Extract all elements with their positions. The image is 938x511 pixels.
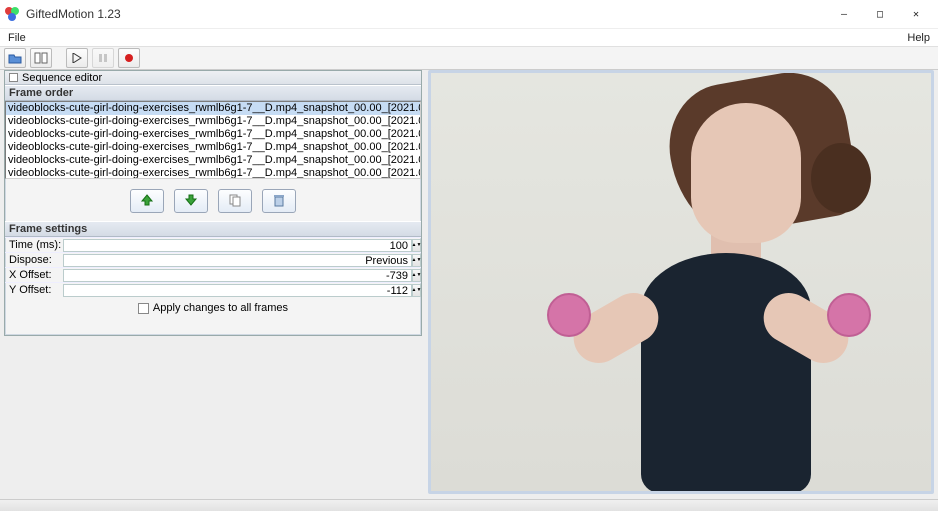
frame-row[interactable]: videoblocks-cute-girl-doing-exercises_rw…	[6, 167, 420, 179]
yoffset-field[interactable]: -112	[63, 284, 412, 297]
figure-torso	[641, 253, 811, 493]
copy-icon	[228, 193, 242, 210]
configure-button[interactable]	[30, 48, 52, 68]
play-button[interactable]	[66, 48, 88, 68]
apply-checkbox[interactable]	[138, 303, 149, 314]
arrow-up-icon	[140, 193, 154, 210]
menu-help[interactable]: Help	[903, 31, 934, 45]
close-button[interactable]: ✕	[898, 0, 934, 28]
xoffset-label: X Offset:	[5, 269, 63, 281]
frame-row[interactable]: videoblocks-cute-girl-doing-exercises_rw…	[6, 102, 420, 115]
dispose-label: Dispose:	[5, 254, 63, 266]
time-field[interactable]: 100	[63, 239, 412, 252]
pause-icon	[98, 53, 108, 63]
frame-row[interactable]: videoblocks-cute-girl-doing-exercises_rw…	[6, 154, 420, 167]
dumbbell-left	[547, 293, 591, 337]
move-down-button[interactable]	[174, 189, 208, 213]
toolbar	[0, 46, 938, 70]
delete-frame-button[interactable]	[262, 189, 296, 213]
xoffset-field[interactable]: -739	[63, 269, 412, 282]
trash-icon	[272, 193, 286, 210]
statusbar	[0, 499, 938, 511]
configure-icon	[34, 52, 48, 64]
sequence-editor-panel: Sequence editor Frame order videoblocks-…	[4, 70, 422, 336]
open-button[interactable]	[4, 48, 26, 68]
open-icon	[8, 52, 22, 64]
sequence-editor-titlebar[interactable]: Sequence editor	[5, 71, 421, 85]
window-title: GiftedMotion 1.23	[26, 7, 121, 21]
frame-row[interactable]: videoblocks-cute-girl-doing-exercises_rw…	[6, 128, 420, 141]
figure-hair-bun	[811, 143, 871, 213]
record-button[interactable]	[118, 48, 140, 68]
yoffset-label: Y Offset:	[5, 284, 63, 296]
frame-row[interactable]: videoblocks-cute-girl-doing-exercises_rw…	[6, 141, 420, 154]
apply-label: Apply changes to all frames	[153, 302, 288, 314]
record-icon	[124, 53, 134, 63]
move-up-button[interactable]	[130, 189, 164, 213]
maximize-button[interactable]: □	[862, 0, 898, 28]
figure-head	[691, 103, 801, 243]
menu-file[interactable]: File	[4, 31, 30, 45]
sequence-editor-title: Sequence editor	[22, 72, 102, 84]
preview-panel	[428, 70, 934, 494]
frame-settings-header: Frame settings	[5, 221, 421, 237]
dispose-spinner[interactable]: ▲▼	[412, 254, 421, 267]
minimize-button[interactable]: –	[826, 0, 862, 28]
panel-control-icon[interactable]	[9, 73, 18, 82]
dumbbell-right	[827, 293, 871, 337]
frame-order-header: Frame order	[5, 85, 421, 101]
dispose-field[interactable]: Previous	[63, 254, 412, 267]
xoffset-spinner[interactable]: ▲▼	[412, 269, 421, 282]
window-controls: – □ ✕	[826, 0, 934, 28]
play-icon	[72, 53, 82, 63]
window-titlebar: GiftedMotion 1.23 – □ ✕	[0, 0, 938, 28]
pause-button[interactable]	[92, 48, 114, 68]
time-spinner[interactable]: ▲▼	[412, 239, 421, 252]
copy-frame-button[interactable]	[218, 189, 252, 213]
frame-settings: Time (ms): 100 ▲▼ Dispose: Previous ▲▼ X…	[5, 237, 421, 297]
app-icon	[4, 6, 20, 22]
apply-row: Apply changes to all frames	[5, 297, 421, 316]
menubar: File Help	[0, 28, 938, 46]
frame-row[interactable]: videoblocks-cute-girl-doing-exercises_rw…	[6, 115, 420, 128]
time-label: Time (ms):	[5, 239, 63, 251]
preview-image	[431, 73, 931, 491]
arrow-down-icon	[184, 193, 198, 210]
workspace: Sequence editor Frame order videoblocks-…	[0, 70, 938, 499]
frame-tools	[5, 179, 421, 221]
frame-list[interactable]: videoblocks-cute-girl-doing-exercises_rw…	[5, 101, 421, 179]
yoffset-spinner[interactable]: ▲▼	[412, 284, 421, 297]
